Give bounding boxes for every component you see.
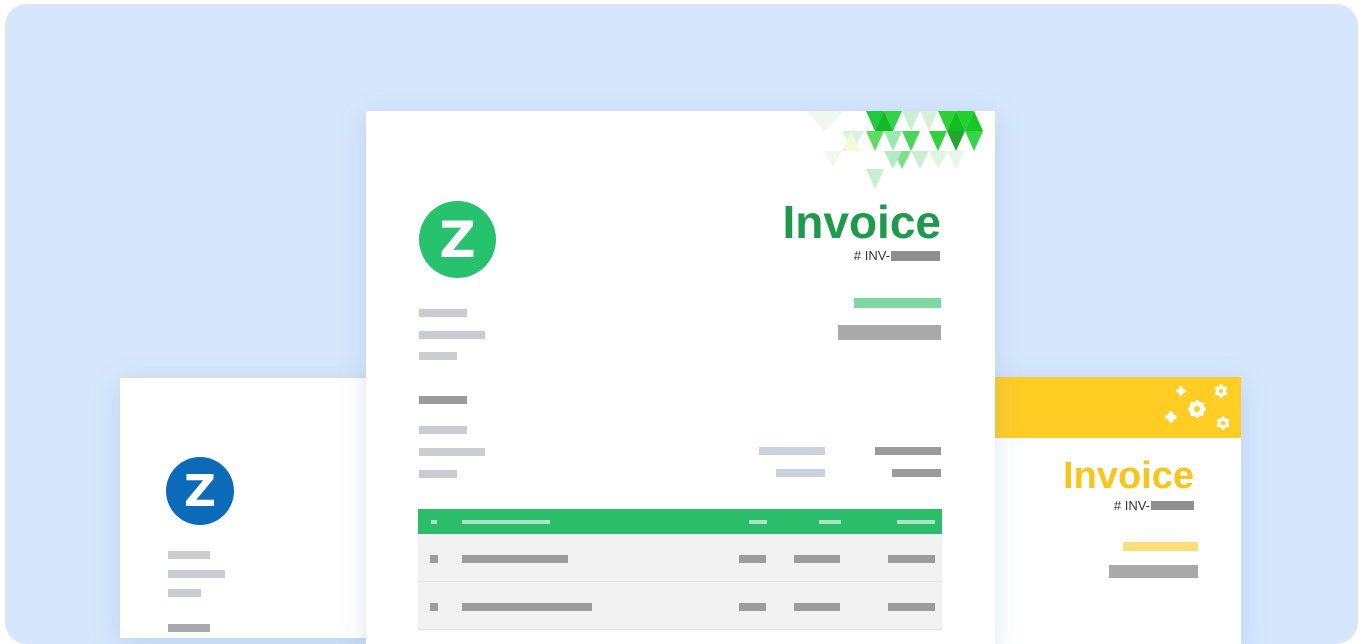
row-cell — [739, 555, 766, 563]
invoice-date-label — [759, 447, 825, 455]
bill-to-label — [419, 396, 467, 404]
invoice-template-blue: Z — [120, 378, 380, 638]
row-cell — [430, 555, 438, 563]
header-band — [985, 377, 1241, 438]
header-cell — [819, 520, 841, 524]
row-cell — [462, 603, 592, 611]
address-line — [419, 331, 485, 339]
row-cell — [888, 603, 935, 611]
row-cell — [739, 603, 766, 611]
header-cell — [897, 520, 935, 524]
invoice-number-prefix: # INV- — [853, 248, 890, 263]
client-line — [419, 426, 467, 434]
logo-letter: Z — [184, 465, 216, 517]
row-cell — [430, 603, 438, 611]
table-row — [418, 534, 942, 582]
bill-to-label — [168, 624, 210, 632]
invoice-title: Invoice — [782, 196, 941, 248]
address-line — [168, 551, 210, 559]
invoice-number-mask — [891, 250, 940, 261]
table-row — [418, 582, 942, 630]
amount-label — [854, 298, 941, 308]
invoice-number-mask — [1151, 501, 1194, 510]
hero-background: Z Invoice # INV- Z Invoice # INV- — [5, 4, 1358, 644]
address-line — [419, 309, 467, 317]
invoice-template-green: Z Invoice # INV- — [366, 111, 995, 644]
invoice-number-prefix: # INV- — [1113, 498, 1150, 513]
yellow-flower-pattern-icon — [1165, 384, 1230, 430]
line-items-table — [418, 509, 942, 630]
address-line — [168, 570, 225, 578]
due-date-value — [892, 469, 941, 477]
invoice-number: # INV- — [1114, 498, 1194, 513]
row-cell — [888, 555, 935, 563]
client-line — [419, 448, 485, 456]
amount-label — [1123, 542, 1198, 551]
table-header — [418, 509, 942, 534]
client-line — [419, 470, 457, 478]
invoice-number: # INV- — [854, 248, 940, 263]
invoice-date-value — [875, 447, 941, 455]
amount-value — [1109, 565, 1198, 578]
header-cell — [749, 520, 767, 524]
address-line — [168, 589, 201, 597]
header-cell — [462, 520, 550, 524]
row-cell — [794, 555, 840, 563]
logo-letter: Z — [439, 210, 476, 269]
green-triangle-pattern-icon — [806, 111, 983, 189]
amount-value — [838, 325, 941, 340]
address-line — [419, 352, 457, 360]
invoice-template-yellow: Invoice # INV- — [985, 377, 1241, 644]
row-cell — [794, 603, 840, 611]
due-date-label — [776, 469, 825, 477]
header-cell — [431, 520, 437, 524]
company-logo-blue: Z — [166, 457, 234, 525]
row-cell — [462, 555, 568, 563]
invoice-title: Invoice — [1063, 455, 1194, 497]
company-logo-green: Z — [419, 201, 496, 278]
